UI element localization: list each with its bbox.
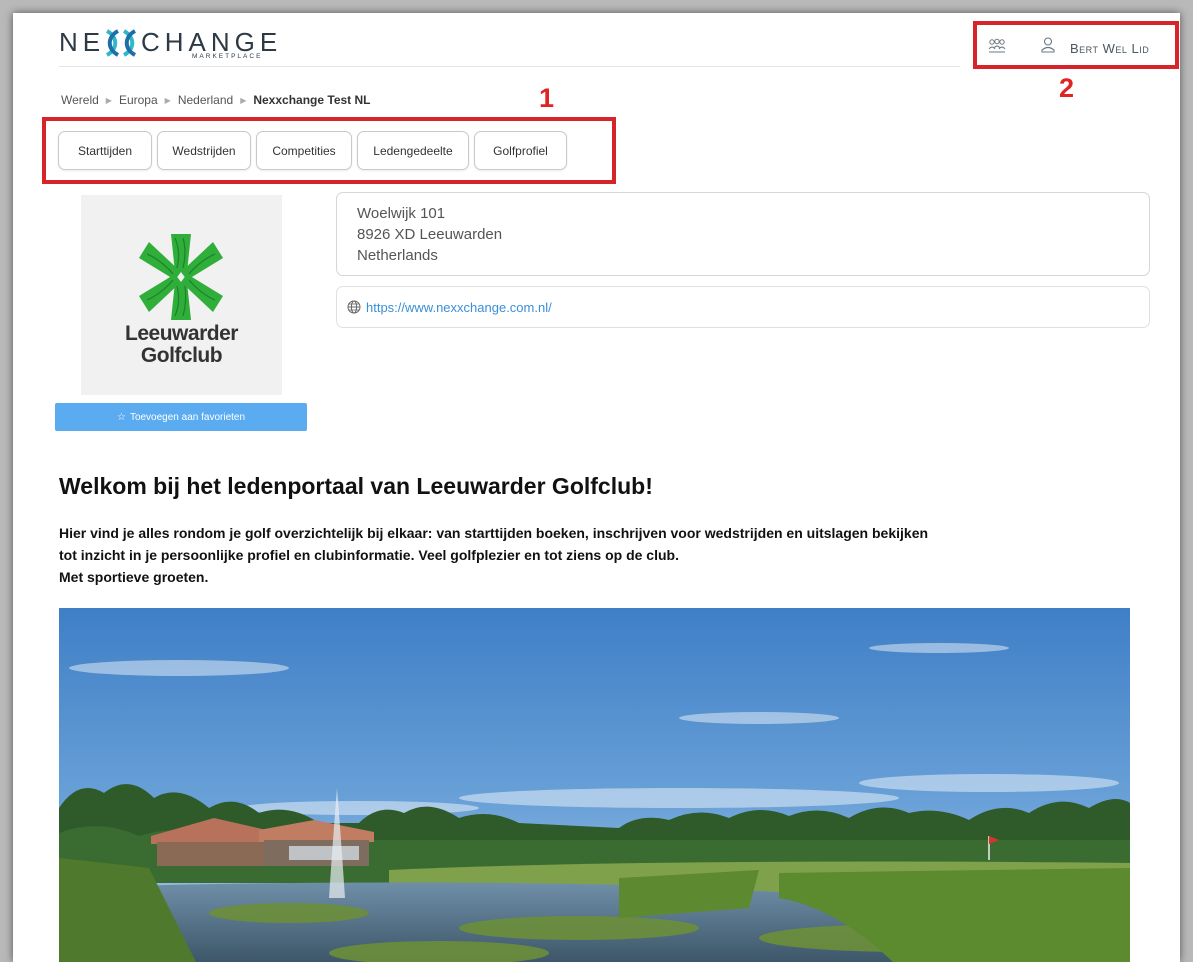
welcome-line-1: Hier vind je alles rondom je golf overzi… [59, 525, 929, 541]
welcome-line-3: Met sportieve groeten. [59, 569, 209, 585]
breadcrumb-separator-icon: ▶ [164, 95, 171, 105]
tab-golfprofiel[interactable]: Golfprofiel [474, 131, 567, 170]
address-card: Woelwijk 101 8926 XD Leeuwarden Netherla… [336, 192, 1150, 276]
club-name: Leeuwarder Golfclub [81, 323, 282, 367]
club-tabs: Starttijden Wedstrijden Competities Lede… [58, 131, 567, 170]
breadcrumb-item-europa[interactable]: Europa [119, 93, 158, 107]
logo-text-left: NE [59, 27, 106, 57]
breadcrumb-separator-icon: ▶ [105, 95, 112, 105]
welcome-heading: Welkom bij het ledenportaal van Leeuward… [59, 473, 653, 499]
breadcrumb-item-nederland[interactable]: Nederland [178, 93, 233, 107]
tab-competities[interactable]: Competities [256, 131, 352, 170]
welcome-line-2: tot inzicht in je persoonlijke profiel e… [59, 547, 679, 563]
breadcrumb-current: Nexxchange Test NL [253, 93, 371, 107]
tab-starttijden[interactable]: Starttijden [58, 131, 152, 170]
annotation-box-2 [973, 21, 1179, 69]
tab-ledengedeelte[interactable]: Ledengedeelte [357, 131, 469, 170]
club-name-line1: Leeuwarder [125, 322, 238, 345]
add-to-favorites-button[interactable]: ☆ Toevoegen aan favorieten [55, 403, 307, 431]
annotation-label-2: 2 [1059, 73, 1075, 103]
star-icon: ☆ [116, 411, 126, 423]
annotation-label-1: 1 [539, 83, 555, 113]
club-star-mark-icon [139, 234, 223, 320]
website-card: https://www.nexxchange.com.nl/ [336, 286, 1150, 328]
breadcrumb-separator-icon: ▶ [240, 95, 247, 105]
breadcrumb: Wereld ▶ Europa ▶ Nederland ▶ Nexxchange… [61, 93, 371, 107]
welcome-text: Hier vind je alles rondom je golf overzi… [59, 522, 1109, 588]
header-divider [59, 66, 960, 67]
logo-xx-mark [105, 29, 137, 57]
golf-course-photo [59, 608, 1130, 962]
address-street: Woelwijk 101 [357, 205, 446, 222]
breadcrumb-item-wereld[interactable]: Wereld [61, 93, 99, 107]
address-country: Netherlands [357, 247, 438, 264]
club-logo: Leeuwarder Golfclub [81, 195, 282, 395]
address-city: 8926 XD Leeuwarden [357, 226, 503, 243]
website-link[interactable]: https://www.nexxchange.com.nl/ [366, 300, 552, 315]
favorites-label: Toevoegen aan favorieten [129, 411, 246, 423]
globe-icon [347, 300, 361, 314]
browser-frame: NE CHANGE MARKETPLACE Bert Wel Lid 2 1 W… [13, 13, 1180, 962]
club-name-line2: Golfclub [140, 344, 223, 367]
logo-subtitle: MARKETPLACE [192, 53, 263, 60]
tab-wedstrijden[interactable]: Wedstrijden [157, 131, 251, 170]
